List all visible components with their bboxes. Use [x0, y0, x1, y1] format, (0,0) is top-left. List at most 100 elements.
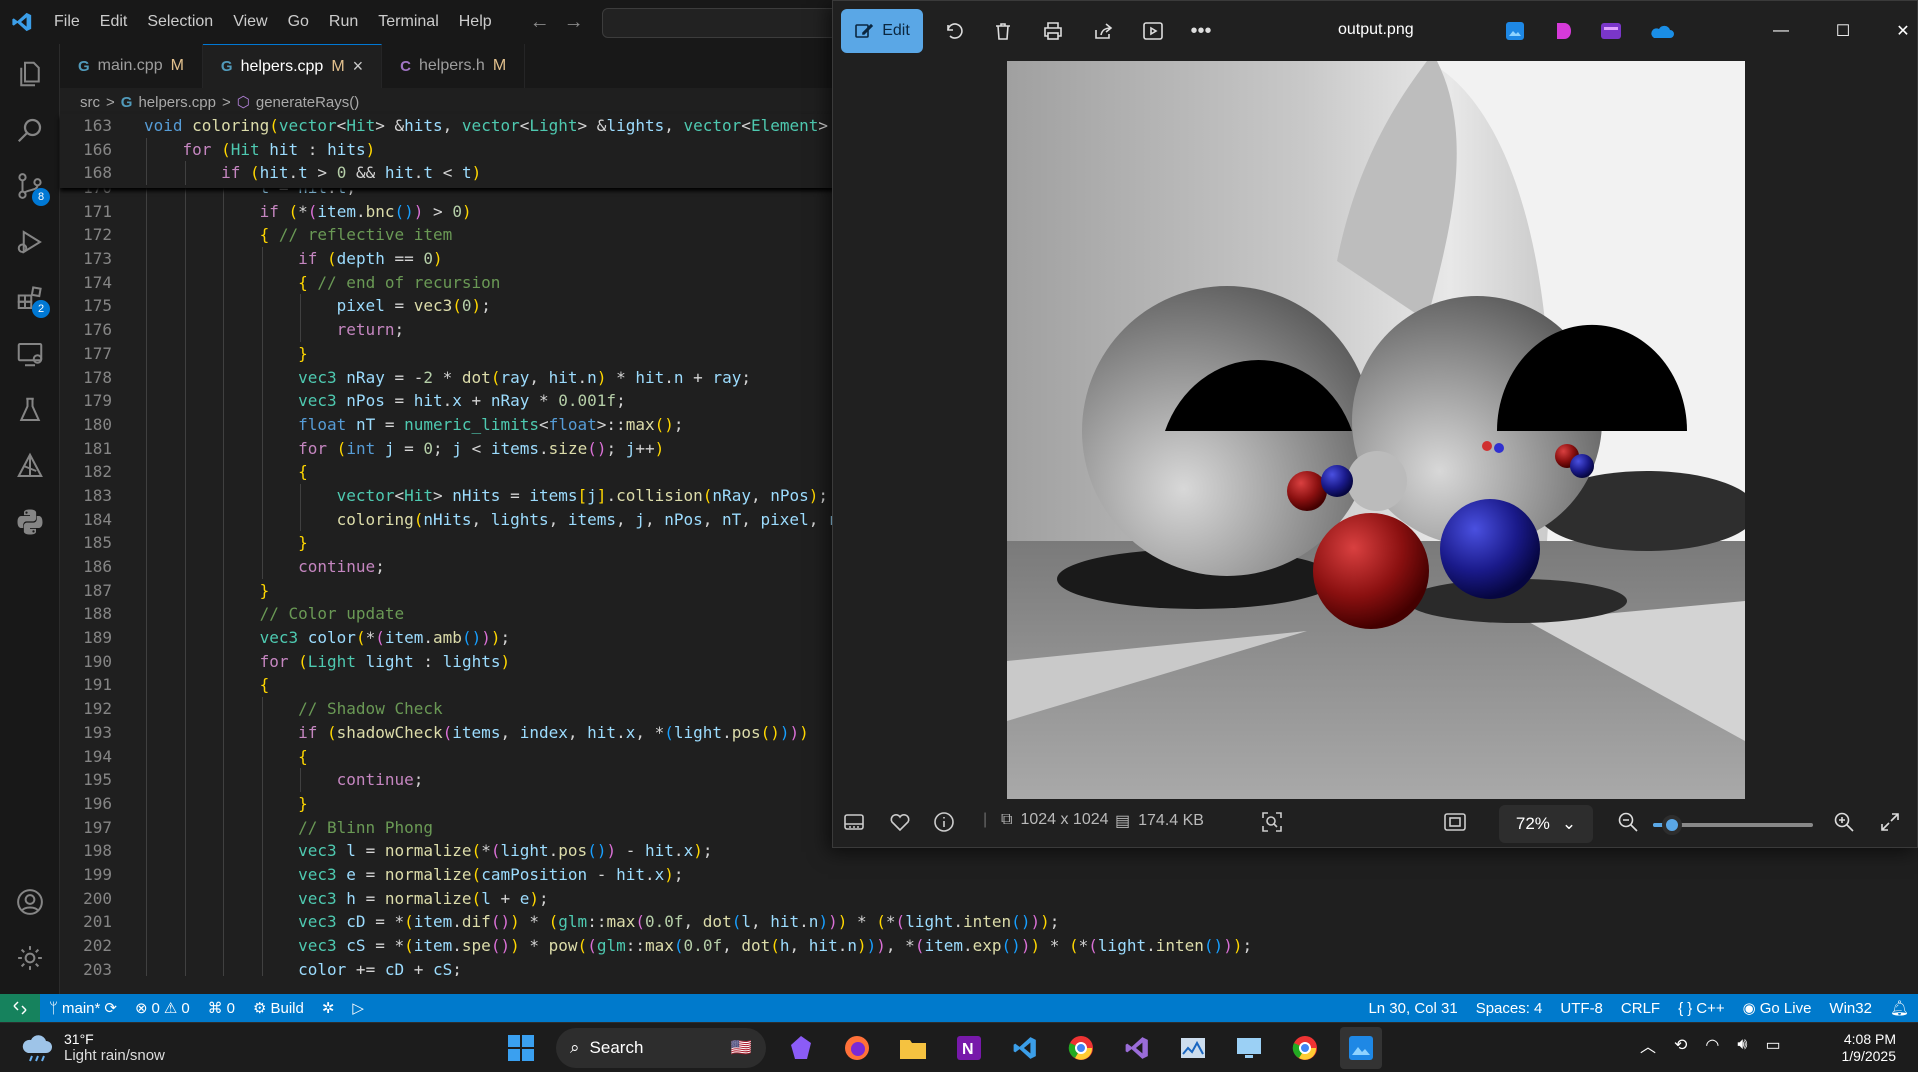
branch-status[interactable]: ᛘ main* ⟳ [40, 999, 126, 1018]
delete-icon[interactable] [987, 15, 1019, 47]
indentation[interactable]: Spaces: 4 [1467, 1000, 1552, 1017]
onenote-icon[interactable]: N [948, 1027, 990, 1069]
run-play-icon[interactable]: ▷ [343, 999, 373, 1017]
slideshow-icon[interactable] [1137, 15, 1169, 47]
indent-guide [261, 791, 263, 816]
zoom-slider[interactable] [1653, 815, 1813, 835]
designer-icon[interactable] [1547, 15, 1579, 47]
minimize-icon[interactable]: — [1765, 15, 1797, 47]
search-icon[interactable] [0, 102, 60, 158]
breadcrumb-file[interactable]: helpers.cpp [138, 94, 216, 111]
wifi-icon[interactable]: ◠ [1705, 1035, 1719, 1055]
notifications-bell-icon[interactable]: 🔔︎ [1881, 999, 1918, 1017]
zoom-slider-handle[interactable] [1662, 815, 1683, 835]
settings-gear-icon[interactable] [0, 930, 60, 986]
zoom-in-icon[interactable] [1833, 811, 1855, 833]
tab-main-cpp[interactable]: G main.cpp M [60, 44, 203, 88]
sync-icon[interactable]: ⟳ [104, 999, 117, 1017]
maximize-icon[interactable]: ☐ [1827, 15, 1859, 47]
chevron-up-icon[interactable]: ︿ [1640, 1033, 1656, 1057]
fullscreen-icon[interactable] [1879, 811, 1901, 833]
dimensions-label: 1024 x 1024 [1020, 811, 1109, 828]
cmake-icon[interactable] [0, 438, 60, 494]
encoding[interactable]: UTF-8 [1551, 1000, 1612, 1017]
obsidian-icon[interactable] [780, 1027, 822, 1069]
volume-icon[interactable]: 🔊︎ [1737, 1036, 1747, 1054]
extensions-icon[interactable]: 2 [0, 270, 60, 326]
taskbar-search[interactable]: ⌕ Search 🇺🇸 [556, 1028, 766, 1068]
chrome-profile-icon[interactable] [1284, 1027, 1326, 1069]
run-debug-icon[interactable] [0, 214, 60, 270]
remote-explorer-icon[interactable] [0, 326, 60, 382]
menu-edit[interactable]: Edit [90, 0, 138, 44]
sync-status-icon[interactable]: ⟲ [1674, 1035, 1687, 1055]
close-window-icon[interactable]: ✕ [1887, 15, 1918, 47]
platform[interactable]: Win32 [1820, 1000, 1881, 1017]
code-line[interactable]: 200 vec3 h = normalize(l + e); [60, 886, 1918, 911]
rendered-image[interactable] [1007, 61, 1745, 799]
debug-bug-icon[interactable]: ✲ [313, 999, 344, 1017]
photos-window: Edit ••• output.png — ☐ ✕ | ⧉ 1024 x 102… [832, 0, 1918, 848]
visual-studio-icon[interactable] [1116, 1027, 1158, 1069]
remote-indicator-icon[interactable] [0, 994, 40, 1022]
explorer-icon[interactable] [0, 46, 60, 102]
clock[interactable]: 4:08 PM 1/9/2025 [1842, 1031, 1897, 1065]
code-line[interactable]: 203 color += cD + cS; [60, 957, 1918, 976]
ports-status[interactable]: ⌘ 0 [199, 999, 244, 1018]
menu-view[interactable]: View [223, 0, 277, 44]
close-tab-icon[interactable]: × [353, 56, 364, 77]
windows-start-icon[interactable] [500, 1027, 542, 1069]
rotate-icon[interactable] [938, 15, 970, 47]
line-ending[interactable]: CRLF [1612, 1000, 1669, 1017]
zoom-dropdown[interactable]: 72% ⌄ [1499, 805, 1593, 843]
actual-size-icon[interactable] [1443, 811, 1467, 833]
more-options-icon[interactable]: ••• [1185, 15, 1217, 47]
language-mode[interactable]: { } C++ [1669, 1000, 1734, 1017]
photos-app-icon[interactable] [1499, 15, 1531, 47]
menu-terminal[interactable]: Terminal [368, 0, 448, 44]
go-live-button[interactable]: ◉ Go Live [1734, 999, 1821, 1018]
menu-go[interactable]: Go [278, 0, 319, 44]
code-line[interactable]: 201 vec3 cD = *(item.dif()) * (glm::max(… [60, 910, 1918, 934]
problems-status[interactable]: ⊗ 0 ⚠ 0 [126, 999, 199, 1018]
tab-helpers-cpp[interactable]: G helpers.cpp M × [202, 44, 383, 88]
info-icon[interactable] [933, 811, 955, 833]
weather-widget[interactable]: 31°F Light rain/snow [20, 1031, 165, 1064]
testing-icon[interactable] [0, 382, 60, 438]
python-icon[interactable] [0, 494, 60, 550]
tab-helpers-h[interactable]: C helpers.h M [382, 44, 526, 88]
code-line[interactable]: 199 vec3 e = normalize(camPosition - hit… [60, 862, 1918, 887]
code-line[interactable]: 202 vec3 cS = *(item.spe()) * pow((glm::… [60, 934, 1918, 958]
file-explorer-icon[interactable] [892, 1027, 934, 1069]
cursor-position[interactable]: Ln 30, Col 31 [1359, 1000, 1466, 1017]
task-manager-icon[interactable] [1172, 1027, 1214, 1069]
build-button[interactable]: ⚙ Build [244, 999, 313, 1018]
menu-help[interactable]: Help [449, 0, 502, 44]
chrome-icon[interactable] [1060, 1027, 1102, 1069]
print-icon[interactable] [1037, 15, 1069, 47]
back-arrow-icon[interactable]: ← [530, 11, 550, 34]
menu-selection[interactable]: Selection [137, 0, 223, 44]
source-control-icon[interactable]: 8 [0, 158, 60, 214]
share-icon[interactable] [1087, 15, 1119, 47]
forward-arrow-icon[interactable]: → [564, 11, 584, 34]
firefox-icon[interactable] [836, 1027, 878, 1069]
edit-button[interactable]: Edit [841, 9, 923, 53]
onedrive-icon[interactable] [1645, 15, 1677, 47]
clipchamp-icon[interactable] [1595, 15, 1627, 47]
breadcrumb-symbol[interactable]: generateRays() [256, 94, 359, 111]
accounts-icon[interactable] [0, 874, 60, 930]
menu-file[interactable]: File [44, 0, 90, 44]
battery-icon[interactable]: ▭ [1765, 1035, 1780, 1055]
zoom-out-icon[interactable] [1617, 811, 1639, 833]
remote-desktop-icon[interactable] [1228, 1027, 1270, 1069]
filmstrip-icon[interactable] [843, 811, 865, 833]
favorite-heart-icon[interactable] [889, 811, 911, 833]
extensions-badge: 2 [32, 300, 50, 318]
menu-run[interactable]: Run [319, 0, 368, 44]
visual-search-icon[interactable] [1261, 811, 1283, 833]
code-text: { // end of recursion [298, 272, 501, 292]
breadcrumb-folder[interactable]: src [80, 94, 100, 111]
photos-taskbar-icon[interactable] [1340, 1027, 1382, 1069]
vscode-taskbar-icon[interactable] [1004, 1027, 1046, 1069]
